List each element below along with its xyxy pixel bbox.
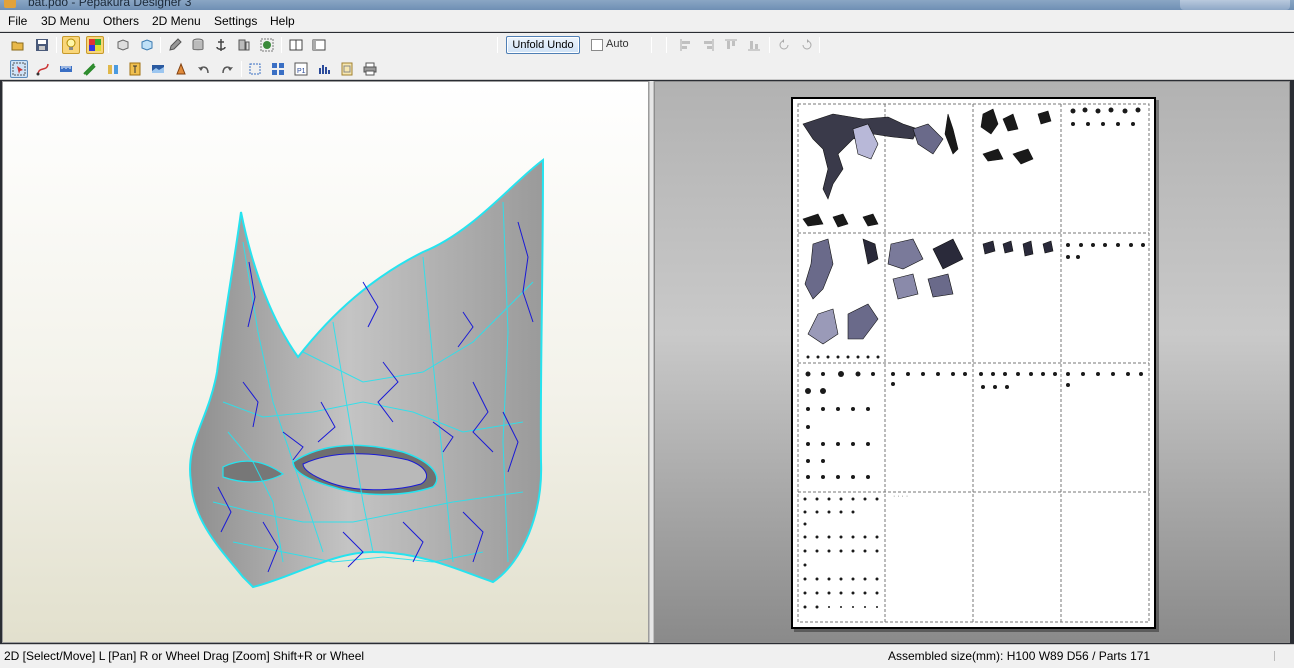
cylinder-icon[interactable] [189, 36, 207, 54]
paper-sheet[interactable]: · · · · [791, 97, 1156, 629]
status-assembled-size: Assembled size(mm): H100 W89 D56 / Parts… [888, 649, 1151, 663]
cube-icon[interactable] [114, 36, 132, 54]
menu-others[interactable]: Others [103, 14, 139, 28]
menu-3d[interactable]: 3D Menu [41, 14, 90, 28]
menu-2d[interactable]: 2D Menu [152, 14, 201, 28]
page-number-icon[interactable]: P1 [292, 60, 310, 78]
mask-3d-model[interactable] [3, 82, 649, 643]
split-window-icon[interactable] [310, 36, 328, 54]
globe-icon[interactable] [258, 36, 276, 54]
anchor-icon[interactable] [212, 36, 230, 54]
menu-file[interactable]: File [8, 14, 27, 28]
auto-checkbox-label: Auto [606, 38, 629, 50]
resize-grip-icon[interactable] [1274, 651, 1284, 661]
3d-view-pane[interactable] [2, 81, 649, 643]
rotate-left-90-icon[interactable] [775, 36, 793, 54]
ruler-icon[interactable] [57, 60, 75, 78]
page-setup-icon[interactable] [338, 60, 356, 78]
window-title: bat.pdo - Pepakura Designer 3 [28, 0, 192, 9]
window-titlebar: bat.pdo - Pepakura Designer 3 [0, 0, 1294, 10]
save-icon[interactable] [33, 36, 51, 54]
app-icon [4, 0, 16, 8]
status-mode-text: 2D [Select/Move] L [Pan] R or Wheel Drag… [4, 649, 365, 663]
align-left-icon[interactable] [677, 36, 695, 54]
unfolded-parts[interactable]: · · · · [793, 99, 1154, 627]
mask-silhouette [189, 158, 545, 589]
menubar: File 3D Menu Others 2D Menu Settings Hel… [0, 10, 1294, 32]
align-bottom-icon[interactable] [745, 36, 763, 54]
flap-icon[interactable] [172, 60, 190, 78]
edge-icon[interactable] [80, 60, 98, 78]
sheet-page-dots: · · · · [893, 493, 908, 500]
statusbar: 2D [Select/Move] L [Pan] R or Wheel Drag… [0, 644, 1294, 668]
menu-settings[interactable]: Settings [214, 14, 257, 28]
bar-chart-icon[interactable] [315, 60, 333, 78]
light-bulb-icon[interactable] [62, 36, 80, 54]
panel-icon[interactable] [235, 36, 253, 54]
join-icon[interactable] [104, 60, 122, 78]
rotate-right-90-icon[interactable] [798, 36, 816, 54]
text-icon[interactable] [126, 60, 144, 78]
select-move-icon[interactable] [10, 60, 28, 78]
flat-view-icon[interactable] [138, 36, 156, 54]
menu-help[interactable]: Help [270, 14, 295, 28]
svg-text:P1: P1 [297, 68, 306, 75]
print-icon[interactable] [361, 60, 379, 78]
open-icon[interactable] [9, 36, 27, 54]
toolbar-bottom: P1 [0, 57, 1294, 80]
unfold-undo-button[interactable]: Unfold Undo [506, 36, 580, 54]
auto-checkbox[interactable] [591, 39, 603, 51]
window-controls[interactable] [1180, 0, 1290, 10]
align-right-icon[interactable] [699, 36, 717, 54]
align-top-icon[interactable] [722, 36, 740, 54]
2d-view-pane[interactable]: · · · · [654, 81, 1290, 643]
toolbar-top: Unfold Undo Auto [0, 33, 1294, 57]
curve-icon[interactable] [34, 60, 52, 78]
undo-curve-icon[interactable] [195, 60, 213, 78]
grid-icon[interactable] [269, 60, 287, 78]
pencil-icon[interactable] [166, 36, 184, 54]
single-window-icon[interactable] [287, 36, 305, 54]
image-icon[interactable] [149, 60, 167, 78]
texture-icon[interactable] [86, 36, 104, 54]
arrange-icon[interactable] [246, 60, 264, 78]
redo-curve-icon[interactable] [218, 60, 236, 78]
